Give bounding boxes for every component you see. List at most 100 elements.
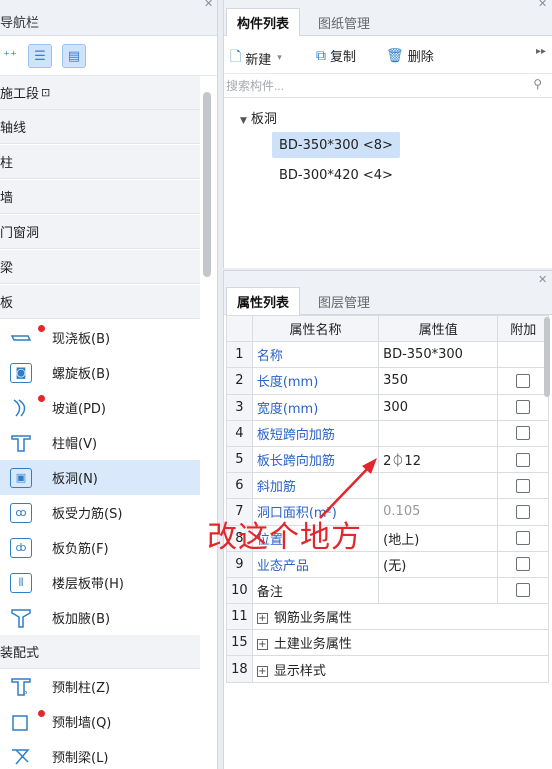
tab-component-list[interactable]: 构件列表	[226, 8, 301, 36]
extra-checkbox[interactable]	[516, 504, 531, 519]
table-row[interactable]: 2 长度(mm) 350	[226, 367, 549, 395]
search-icon[interactable]: ⚲	[533, 77, 542, 91]
extra-checkbox[interactable]	[516, 583, 531, 598]
dropdown-arrow-icon[interactable]: ▾	[277, 53, 282, 63]
property-value[interactable]: BD-350*300	[378, 341, 499, 369]
slab-opening-icon: ▣	[10, 467, 32, 488]
property-value[interactable]: 300	[378, 393, 499, 421]
expand-plus-icon[interactable]: +	[256, 639, 268, 651]
extra-checkbox[interactable]	[516, 373, 531, 388]
property-value[interactable]	[378, 472, 499, 500]
app-root: 导航栏 ✕ ⁺⁺ ☰ ▤ 施工段 ⊡ 轴线 柱 墙 门窗洞 梁 板 现浇板(B)…	[0, 0, 552, 769]
property-name: 备注	[251, 576, 380, 605]
property-value[interactable]: 350	[378, 367, 499, 395]
cast-slab-icon	[10, 328, 32, 348]
close-icon[interactable]: ✕	[538, 0, 547, 10]
extra-checkbox[interactable]	[516, 400, 531, 415]
sub-item-slab-rebar[interactable]: ꝏ 板受力筋(S)	[0, 495, 200, 530]
group-label: 显示样式	[273, 663, 326, 679]
property-scrollbar[interactable]	[544, 317, 550, 397]
category-slab[interactable]: 板	[0, 285, 200, 319]
tab-property-list[interactable]: 属性列表	[226, 287, 301, 315]
extra-checkbox[interactable]	[516, 452, 531, 467]
table-row[interactable]: 10 备注	[226, 576, 549, 605]
property-value[interactable]: (无)	[378, 550, 499, 578]
header-property-value: 属性值	[378, 314, 499, 343]
sub-item-spiral-slab[interactable]: ◙ 螺旋板(B)	[0, 355, 200, 390]
prefab-wall-icon	[10, 712, 32, 732]
tree-root-slab-opening[interactable]: ▼ 板洞	[240, 108, 277, 127]
delete-button[interactable]: 🗑 删除	[386, 46, 434, 66]
trash-icon: 🗑	[386, 47, 404, 64]
list-view-icon[interactable]: ☰	[28, 44, 52, 68]
table-row[interactable]: 3 宽度(mm) 300	[226, 393, 549, 421]
property-value[interactable]	[378, 419, 499, 447]
extra-checkbox[interactable]	[516, 531, 531, 546]
extra-cell	[497, 341, 549, 369]
table-row[interactable]: 1 名称 BD-350*300	[226, 341, 549, 369]
ramp-icon	[10, 398, 32, 418]
table-row[interactable]: 6 斜加筋	[226, 472, 549, 500]
table-row-group[interactable]: 15 + 土建业务属性	[226, 629, 550, 657]
category-door-window[interactable]: 门窗洞	[0, 215, 200, 249]
navigation-panel: 导航栏 ✕ ⁺⁺ ☰ ▤ 施工段 ⊡ 轴线 柱 墙 门窗洞 梁 板 现浇板(B)…	[0, 0, 218, 769]
category-prefab[interactable]: 装配式	[0, 635, 200, 669]
sub-item-slab-opening[interactable]: ▣ 板洞(N)	[0, 460, 200, 495]
nav-header: 导航栏 ✕	[0, 0, 217, 36]
add-icon[interactable]: ⁺⁺	[0, 44, 22, 68]
expand-plus-icon[interactable]: +	[256, 665, 268, 677]
close-icon[interactable]: ✕	[538, 273, 547, 286]
search-bar: ⚲	[224, 74, 552, 98]
sub-item-ramp[interactable]: 坡道(PD)	[0, 390, 200, 425]
sub-item-slab-haunch[interactable]: 板加腋(B)	[0, 600, 200, 635]
annotation-text: 改这个地方	[207, 520, 362, 555]
sub-item-negative-rebar[interactable]: ȸ 板负筋(F)	[0, 530, 200, 565]
more-icon[interactable]: ▸▸	[536, 46, 546, 57]
prefab-column-icon: P	[10, 677, 32, 698]
property-value[interactable]	[378, 576, 499, 605]
sub-item-prefab-beam[interactable]: 预制梁(L)	[0, 739, 200, 769]
table-header-row: 属性名称 属性值 附加	[226, 314, 549, 343]
close-icon[interactable]: ✕	[204, 0, 213, 10]
detail-view-icon[interactable]: ▤	[62, 44, 86, 68]
nav-toolbar: ⁺⁺ ☰ ▤	[0, 36, 217, 76]
column-cap-icon	[10, 433, 32, 453]
tree-item-bd-300[interactable]: BD-300*420 <4>	[272, 162, 400, 188]
table-row[interactable]: 4 板短跨向加筋	[226, 419, 549, 447]
tab-drawing-management[interactable]: 图纸管理	[308, 8, 380, 36]
category-wall[interactable]: 墙	[0, 180, 200, 214]
group-label: 土建业务属性	[273, 637, 352, 653]
group-label: 钢筋业务属性	[273, 611, 352, 627]
new-badge-dot	[38, 395, 45, 402]
sub-item-prefab-column[interactable]: P 预制柱(Z)	[0, 669, 200, 704]
sub-item-cast-slab[interactable]: 现浇板(B)	[0, 320, 200, 355]
tree-item-bd-350[interactable]: BD-350*300 <8>	[272, 132, 400, 158]
property-name: 名称	[251, 341, 380, 369]
category-column[interactable]: 柱	[0, 145, 200, 179]
svg-text:P: P	[23, 690, 27, 698]
property-value[interactable]: (地上)	[378, 524, 499, 552]
component-toolbar: 🗋 新建 ▾ ⧉ 复制 🗑 删除 ▸▸	[224, 36, 552, 74]
expand-arrow-icon[interactable]: ▼	[240, 116, 247, 126]
category-axis[interactable]: 轴线	[0, 110, 200, 144]
copy-button[interactable]: ⧉ 复制	[316, 46, 356, 66]
negative-rebar-icon: ȸ	[10, 537, 32, 558]
extra-checkbox[interactable]	[516, 478, 531, 493]
extra-checkbox[interactable]	[516, 557, 531, 572]
property-value[interactable]: 2⏀12	[378, 445, 499, 474]
search-input[interactable]	[226, 75, 516, 97]
nav-scrollbar[interactable]	[203, 92, 211, 277]
extra-checkbox[interactable]	[516, 426, 531, 441]
expand-plus-icon[interactable]: +	[256, 613, 268, 625]
table-row[interactable]: 5 板长跨向加筋 2⏀12	[226, 445, 549, 474]
slab-rebar-icon: ꝏ	[10, 502, 32, 523]
category-beam[interactable]: 梁	[0, 250, 200, 284]
sub-item-prefab-wall[interactable]: 预制墙(Q)	[0, 704, 200, 739]
tab-layer-management[interactable]: 图层管理	[308, 287, 380, 315]
sub-item-column-cap[interactable]: 柱帽(V)	[0, 425, 200, 460]
table-row-group[interactable]: 18 + 显示样式	[226, 655, 550, 683]
table-row-group[interactable]: 11 + 钢筋业务属性	[226, 603, 550, 631]
sub-item-floor-strip[interactable]: ⦀ 楼层板带(H)	[0, 565, 200, 600]
category-construction-section[interactable]: 施工段 ⊡	[0, 76, 200, 110]
new-button[interactable]: 🗋 新建 ▾	[230, 46, 282, 70]
